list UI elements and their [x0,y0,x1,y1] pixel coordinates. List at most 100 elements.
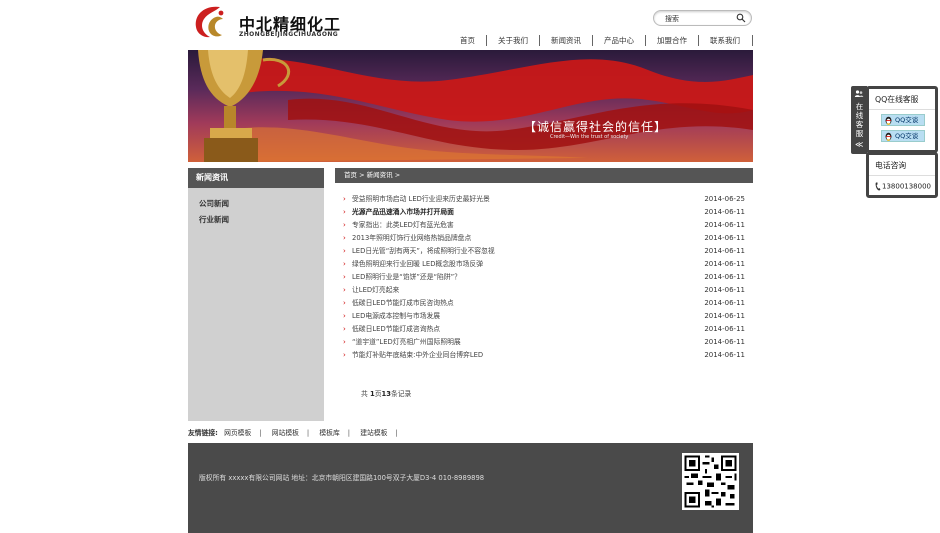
friend-link[interactable]: 网页模板 [224,429,251,437]
qq-penguin-icon [885,132,892,141]
company-logo-icon[interactable] [190,3,230,43]
sidebar-item-industry-news[interactable]: 行业新闻 [188,212,324,228]
news-date: 2014-06-11 [704,351,745,359]
list-item[interactable]: › LED电源成本控制与市场发展 2014-06-11 [335,310,753,323]
sidebar-item-company-news[interactable]: 公司新闻 [188,196,324,212]
list-item[interactable]: › 让LED灯亮起来 2014-06-11 [335,284,753,297]
link-separator: | [306,429,310,437]
news-date: 2014-06-11 [704,286,745,294]
qr-code-icon [682,453,739,510]
list-item[interactable]: › 2013年照明灯饰行业网络热销品牌盘点 2014-06-11 [335,232,753,245]
arrow-icon: › [343,221,346,229]
news-title[interactable]: LED照明行业是“馅饼”还是“陷阱”？ [352,273,461,281]
list-item[interactable]: › 绿色照明迎来行业回暖 LED概念股市场反弹 2014-06-11 [335,258,753,271]
list-item[interactable]: › 专家指出：此类LED灯有蓝光危害 2014-06-11 [335,219,753,232]
friend-link[interactable]: 模板库 [319,429,339,437]
nav-about[interactable]: 关于我们 [487,35,540,46]
qq-chat-button[interactable]: QQ交谈 [881,114,925,126]
news-title[interactable]: 节能灯补贴年底结束:中外企业同台博弈LED [352,351,483,359]
news-date: 2014-06-11 [704,208,745,216]
news-title[interactable]: 专家指出：此类LED灯有蓝光危害 [352,221,454,229]
list-item[interactable]: › 节能灯补贴年底结束:中外企业同台博弈LED 2014-06-11 [335,349,753,362]
link-separator: | [259,429,262,437]
news-date: 2014-06-11 [704,325,745,333]
breadcrumb: 首页 > 新闻资讯 > [335,168,753,183]
sidebar-title: 新闻资讯 [188,168,324,188]
trophy-image [198,50,291,162]
list-item[interactable]: › LED日光管“刮有两天”，将成照明行业不容忽视 2014-06-11 [335,245,753,258]
phone-title: 电话咨询 [869,155,935,176]
list-item[interactable]: › 光源产品迅速涌入市场并打开局面 2014-06-11 [335,206,753,219]
phone-number-row: 13800138000 [869,176,935,191]
qq-penguin-icon [885,116,892,125]
news-title[interactable]: 绿色照明迎来行业回暖 LED概念股市场反弹 [352,260,483,268]
phone-number[interactable]: 13800138000 [882,183,931,191]
arrow-icon: › [343,338,346,346]
list-item[interactable]: › “道宇道”LED灯亮相广州国际照明展 2014-06-11 [335,336,753,349]
breadcrumb-home[interactable]: 首页 [344,171,357,179]
link-separator: | [347,429,351,437]
search-box[interactable]: 搜索 [653,10,752,26]
breadcrumb-sep: > [359,171,365,179]
news-title[interactable]: 让LED灯亮起来 [352,286,399,294]
nav-news[interactable]: 新闻资讯 [540,35,593,46]
arrow-icon: › [343,234,346,242]
tab-char: 在 [855,102,864,111]
pager-count: 13 [381,390,391,398]
list-item[interactable]: › 低碳日LED节能灯成咨询热点 2014-06-11 [335,323,753,336]
news-title[interactable]: 受益照明市场启动 LED行业迎来历史最好光景 [352,195,490,203]
nav-home[interactable]: 首页 [449,35,487,46]
news-title[interactable]: 低碳日LED节能灯成咨询热点 [352,325,440,333]
link-separator: | [395,429,398,437]
breadcrumb-sep: > [394,171,401,179]
search-label[interactable]: 搜索 [665,14,679,24]
news-title[interactable]: “道宇道”LED灯亮相广州国际照明展 [352,338,461,346]
phone-panel: 电话咨询 13800138000 [866,152,938,198]
news-date: 2014-06-11 [704,312,745,320]
news-list: › 受益照明市场启动 LED行业迎来历史最好光景 2014-06-25 › 光源产品迅… [335,183,753,362]
banner-subtitle: Credit—Win the trust of society [550,134,629,140]
news-date: 2014-06-11 [704,338,745,346]
banner-title: 【诚信赢得社会的信任】 [524,120,668,134]
nav-join[interactable]: 加盟合作 [646,35,699,46]
arrow-icon: › [343,273,346,281]
news-main: 首页 > 新闻资讯 > › 受益照明市场启动 LED行业迎来历史最好光景 2014-… [335,168,753,421]
qq-chat-label: QQ交谈 [895,116,919,124]
search-icon[interactable] [736,13,746,23]
news-title[interactable]: 2013年照明灯饰行业网络热销品牌盘点 [352,234,471,242]
news-title[interactable]: LED日光管“刮有两天”，将成照明行业不容忽视 [352,247,495,255]
friend-link[interactable]: 建站模板 [360,429,387,437]
online-service-tab[interactable]: 在 线 客 服 ≪ [851,86,867,154]
sidebar: 新闻资讯 公司新闻 行业新闻 [188,168,324,421]
list-item[interactable]: › 低碳日LED节能灯成市民咨询热点 2014-06-11 [335,297,753,310]
nav-contact[interactable]: 联系我们 [699,35,753,46]
pager: 共 1页13条记录 [361,388,411,398]
news-title[interactable]: 低碳日LED节能灯成市民咨询热点 [352,299,454,307]
qq-chat-button[interactable]: QQ交谈 [881,130,925,142]
friend-links: 友情链接: 网页模板 | 网站模板 | 模板库 | 建站模板 | [188,427,753,439]
arrow-icon: › [343,325,346,333]
list-item[interactable]: › LED照明行业是“馅饼”还是“陷阱”？ 2014-06-11 [335,271,753,284]
arrow-icon: › [343,195,346,203]
news-date: 2014-06-11 [704,234,745,242]
pager-prefix: 共 [361,390,368,398]
news-date: 2014-06-25 [704,195,745,203]
news-date: 2014-06-11 [704,221,745,229]
main-nav: 首页 关于我们 新闻资讯 产品中心 加盟合作 联系我们 [449,35,753,46]
news-date: 2014-06-11 [704,247,745,255]
breadcrumb-current[interactable]: 新闻资讯 [367,171,393,179]
arrow-icon: › [343,260,346,268]
list-item[interactable]: › 受益照明市场启动 LED行业迎来历史最好光景 2014-06-25 [335,193,753,206]
hero-banner: 【诚信赢得社会的信任】 Credit—Win the trust of soci… [188,50,753,162]
collapse-icon[interactable]: ≪ [855,140,863,149]
pager-suffix: 条记录 [390,390,412,398]
arrow-icon: › [343,208,346,216]
nav-products[interactable]: 产品中心 [593,35,646,46]
friend-link[interactable]: 网站模板 [272,429,299,437]
friend-links-label: 友情链接: [188,429,218,437]
arrow-icon: › [343,286,346,294]
news-title[interactable]: 光源产品迅速涌入市场并打开局面 [352,208,454,216]
arrow-icon: › [343,351,346,359]
news-title[interactable]: LED电源成本控制与市场发展 [352,312,440,320]
news-date: 2014-06-11 [704,260,745,268]
